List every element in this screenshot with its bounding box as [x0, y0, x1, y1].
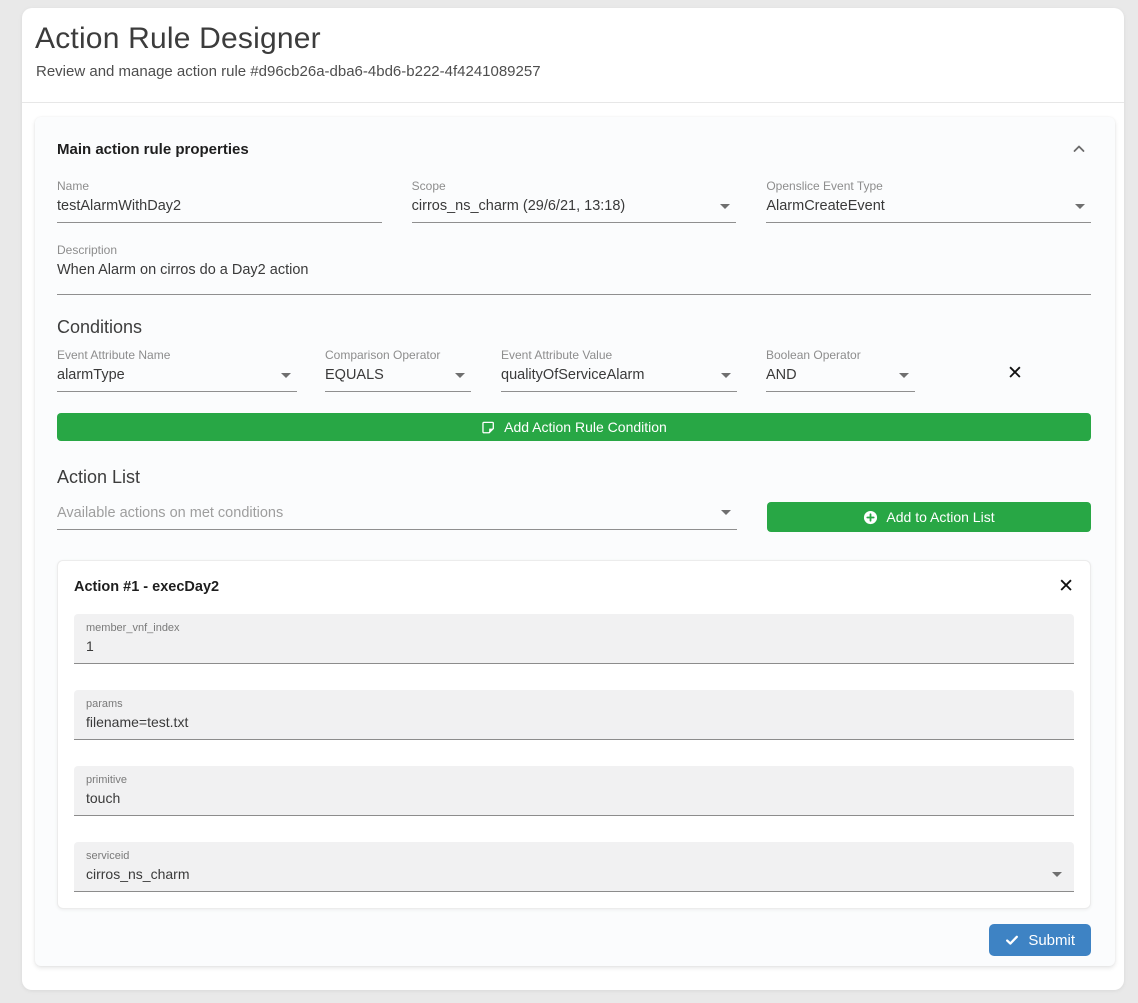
chevron-up-icon[interactable]: [1067, 139, 1091, 159]
primitive-value: touch: [86, 790, 120, 806]
check-icon: [1005, 933, 1019, 947]
action-select-row: Available actions on met conditions Add …: [57, 502, 1091, 532]
conditions-heading: Conditions: [57, 317, 1091, 338]
dropdown-arrow-icon: [721, 510, 731, 515]
available-actions-placeholder: Available actions on met conditions: [57, 505, 283, 521]
panel-title: Main action rule properties: [57, 141, 249, 158]
event-type-value: AlarmCreateEvent: [766, 198, 884, 214]
event-attribute-name-label: Event Attribute Name: [57, 348, 297, 362]
serviceid-select[interactable]: serviceid cirros_ns_charm: [74, 842, 1074, 892]
dropdown-arrow-icon: [455, 373, 465, 378]
dropdown-arrow-icon: [720, 204, 730, 209]
member-vnf-index-label: member_vnf_index: [86, 622, 1062, 634]
main-properties-panel: Main action rule properties Name testAla…: [35, 117, 1115, 966]
comparison-operator-select[interactable]: Comparison Operator EQUALS: [325, 348, 471, 392]
action-list-heading: Action List: [57, 467, 1091, 488]
dropdown-arrow-icon: [1075, 204, 1085, 209]
name-field[interactable]: Name testAlarmWithDay2: [57, 179, 382, 223]
dropdown-arrow-icon: [721, 373, 731, 378]
condition-row: Event Attribute Name alarmType Compariso…: [57, 348, 1091, 392]
add-to-action-list-button-label: Add to Action List: [886, 509, 994, 525]
add-to-action-list-button[interactable]: Add to Action List: [767, 502, 1091, 532]
page-subtitle: Review and manage action rule #d96cb26a-…: [36, 63, 1111, 80]
serviceid-label: serviceid: [86, 850, 1062, 862]
description-field[interactable]: Description When Alarm on cirros do a Da…: [57, 243, 1091, 295]
comparison-operator-value: EQUALS: [325, 367, 384, 383]
action-card: Action #1 - execDay2 ✕ member_vnf_index …: [57, 560, 1091, 909]
page-header: Action Rule Designer Review and manage a…: [22, 8, 1124, 103]
dropdown-arrow-icon: [1052, 872, 1062, 877]
primitive-label: primitive: [86, 774, 1062, 786]
params-field[interactable]: params filename=test.txt: [74, 690, 1074, 740]
event-type-select[interactable]: Openslice Event Type AlarmCreateEvent: [766, 179, 1091, 223]
note-add-icon: [481, 420, 496, 435]
dropdown-arrow-icon: [899, 373, 909, 378]
scope-select[interactable]: Scope cirros_ns_charm (29/6/21, 13:18): [412, 179, 737, 223]
submit-button[interactable]: Submit: [989, 924, 1091, 956]
comparison-operator-label: Comparison Operator: [325, 348, 471, 362]
boolean-operator-value: AND: [766, 367, 797, 383]
name-label: Name: [57, 179, 382, 193]
event-attribute-name-select[interactable]: Event Attribute Name alarmType: [57, 348, 297, 392]
dropdown-arrow-icon: [281, 373, 291, 378]
description-value: When Alarm on cirros do a Day2 action: [57, 262, 308, 278]
panel-header[interactable]: Main action rule properties: [57, 139, 1091, 159]
add-condition-button[interactable]: Add Action Rule Condition: [57, 413, 1091, 441]
name-value: testAlarmWithDay2: [57, 198, 181, 214]
remove-action-close-icon[interactable]: ✕: [1058, 577, 1074, 596]
action-card-title: Action #1 - execDay2: [74, 579, 219, 595]
submit-row: Submit: [989, 924, 1091, 956]
remove-condition-close-icon[interactable]: ✕: [1007, 364, 1023, 383]
serviceid-value: cirros_ns_charm: [86, 866, 189, 882]
primitive-field[interactable]: primitive touch: [74, 766, 1074, 816]
params-label: params: [86, 698, 1062, 710]
event-attribute-value-value: qualityOfServiceAlarm: [501, 367, 644, 383]
add-circle-icon: [863, 510, 878, 525]
boolean-operator-select[interactable]: Boolean Operator AND: [766, 348, 915, 392]
add-condition-button-label: Add Action Rule Condition: [504, 419, 667, 435]
member-vnf-index-value: 1: [86, 638, 94, 654]
scope-value: cirros_ns_charm (29/6/21, 13:18): [412, 198, 626, 214]
description-label: Description: [57, 243, 1091, 257]
available-actions-select[interactable]: Available actions on met conditions: [57, 505, 737, 530]
event-type-label: Openslice Event Type: [766, 179, 1091, 193]
submit-button-label: Submit: [1028, 932, 1075, 949]
page-title: Action Rule Designer: [35, 22, 1111, 56]
boolean-operator-label: Boolean Operator: [766, 348, 915, 362]
event-attribute-value-label: Event Attribute Value: [501, 348, 737, 362]
main-container: Action Rule Designer Review and manage a…: [22, 8, 1124, 990]
event-attribute-value-select[interactable]: Event Attribute Value qualityOfServiceAl…: [501, 348, 737, 392]
params-value: filename=test.txt: [86, 714, 188, 730]
member-vnf-index-field[interactable]: member_vnf_index 1: [74, 614, 1074, 664]
main-fields-row: Name testAlarmWithDay2 Scope cirros_ns_c…: [57, 179, 1091, 223]
scope-label: Scope: [412, 179, 737, 193]
event-attribute-name-value: alarmType: [57, 367, 125, 383]
